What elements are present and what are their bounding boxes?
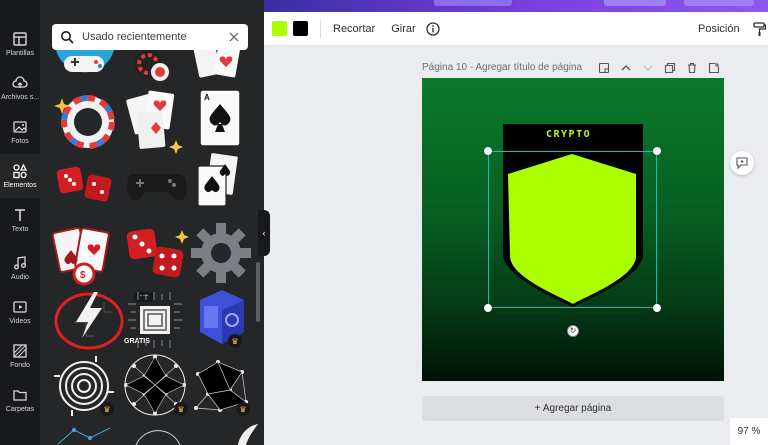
- chevron-up-icon[interactable]: [620, 62, 632, 74]
- element-playing-cards-fan[interactable]: [124, 88, 186, 154]
- comment-plus-icon: [736, 157, 748, 170]
- page-title[interactable]: Página 10 - Agregar título de página: [422, 62, 582, 73]
- rail-item-folders[interactable]: Carpetas: [0, 378, 40, 422]
- left-rail: Plantillas Archivos s... Fotos Elementos…: [0, 0, 40, 445]
- design-canvas[interactable]: CRYPTO ↻: [422, 78, 724, 381]
- text-icon: [15, 209, 25, 221]
- music-note-icon: [14, 256, 26, 270]
- trash-icon[interactable]: [686, 62, 698, 74]
- rail-item-photos[interactable]: Fotos: [0, 110, 40, 154]
- element-black-gamepad[interactable]: [122, 166, 188, 204]
- shapes-icon: [13, 163, 28, 179]
- rail-label: Fotos: [11, 138, 29, 145]
- duplicate-icon[interactable]: [664, 62, 676, 74]
- resize-handle-top-right[interactable]: [653, 147, 661, 155]
- paint-roller-icon[interactable]: [752, 22, 766, 36]
- flip-button[interactable]: Girar: [391, 23, 415, 35]
- element-gear[interactable]: [190, 222, 252, 284]
- element-gamepad-circle[interactable]: [54, 50, 116, 86]
- rail-label: Videos: [9, 318, 31, 325]
- editor-toolbar: Recortar Girar: [264, 12, 768, 46]
- element-red-dice[interactable]: [54, 160, 118, 206]
- note-icon[interactable]: [598, 62, 610, 74]
- header-share-pill[interactable]: [684, 0, 754, 6]
- rail-item-uploads[interactable]: Archivos s...: [0, 66, 40, 110]
- color-swatch-lime[interactable]: [272, 21, 287, 36]
- template-icon: [13, 32, 27, 46]
- rail-label: Texto: [11, 226, 29, 233]
- element-sphere-partial[interactable]: [130, 424, 186, 445]
- element-red-dice-pair[interactable]: [124, 226, 190, 284]
- element-lightning-bolt[interactable]: [50, 282, 132, 356]
- header-title-pill[interactable]: [434, 0, 512, 6]
- rail-label: Elementos: [3, 182, 37, 189]
- upload-cloud-icon: [12, 76, 28, 88]
- element-network-partial[interactable]: [54, 424, 114, 445]
- toolbar-divider: [320, 19, 321, 38]
- element-chip-stack[interactable]: [126, 50, 172, 88]
- selection-box[interactable]: [488, 151, 657, 308]
- add-page-icon[interactable]: [708, 62, 720, 74]
- video-play-icon: [13, 301, 27, 313]
- svg-text:A: A: [204, 93, 210, 102]
- background-icon: [13, 344, 27, 358]
- top-header-strip: [264, 0, 768, 12]
- element-poker-chip[interactable]: [54, 90, 118, 154]
- add-page-button[interactable]: + Agregar página: [422, 396, 724, 421]
- folder-icon: [13, 390, 27, 401]
- element-feather-partial[interactable]: [236, 422, 260, 445]
- badge-label[interactable]: CRYPTO: [546, 129, 591, 140]
- resize-handle-bottom-left[interactable]: [484, 304, 492, 312]
- panel-scrollbar[interactable]: [256, 262, 260, 322]
- rotate-handle-icon[interactable]: ↻: [567, 325, 579, 337]
- rail-item-elements[interactable]: Elementos: [0, 154, 40, 198]
- color-swatch-black[interactable]: [293, 21, 308, 36]
- rail-item-videos[interactable]: Videos: [0, 290, 40, 334]
- rail-item-templates[interactable]: Plantillas: [0, 22, 40, 66]
- chevron-down-icon[interactable]: [642, 62, 654, 74]
- rail-item-background[interactable]: Fondo: [0, 334, 40, 378]
- rail-item-text[interactable]: Texto: [0, 198, 40, 242]
- element-aces-chip[interactable]: $: [52, 224, 118, 288]
- resize-handle-bottom-right[interactable]: [653, 304, 661, 312]
- search-icon: [61, 31, 74, 44]
- crop-button[interactable]: Recortar: [333, 23, 375, 35]
- header-button-pill[interactable]: [604, 0, 666, 6]
- collapse-panel-button[interactable]: ‹: [258, 210, 270, 256]
- crown-premium-icon: ♛: [100, 402, 114, 416]
- rail-item-audio[interactable]: Audio: [0, 246, 40, 290]
- crown-premium-icon: ♛: [228, 334, 242, 348]
- photo-icon: [13, 121, 27, 133]
- add-comment-button[interactable]: [730, 151, 754, 175]
- position-button[interactable]: Posición: [698, 23, 740, 35]
- crown-premium-icon: ♛: [174, 402, 188, 416]
- rail-label: Fondo: [10, 362, 30, 369]
- element-ace-of-spades[interactable]: A: [196, 88, 246, 150]
- zoom-level[interactable]: 97 %: [730, 418, 768, 445]
- rail-label: Archivos s...: [0, 94, 40, 101]
- element-circuit-chip[interactable]: [126, 290, 186, 350]
- rail-label: Carpetas: [5, 406, 35, 413]
- svg-text:$: $: [80, 270, 86, 281]
- close-icon[interactable]: [228, 31, 240, 43]
- element-spade-cards[interactable]: [192, 150, 252, 212]
- crown-premium-icon: ♛: [236, 402, 250, 416]
- resize-handle-top-left[interactable]: [484, 147, 492, 155]
- element-cards-hearts[interactable]: [192, 50, 252, 86]
- info-icon[interactable]: [425, 21, 440, 36]
- elements-panel: Usado recientemente A $ ··· GRATIS ♛ ♛ ♛…: [40, 0, 264, 445]
- search-box[interactable]: Usado recientemente: [52, 24, 248, 50]
- rail-label: Audio: [11, 274, 29, 281]
- rail-label: Plantillas: [5, 50, 34, 57]
- search-input[interactable]: Usado recientemente: [82, 31, 228, 43]
